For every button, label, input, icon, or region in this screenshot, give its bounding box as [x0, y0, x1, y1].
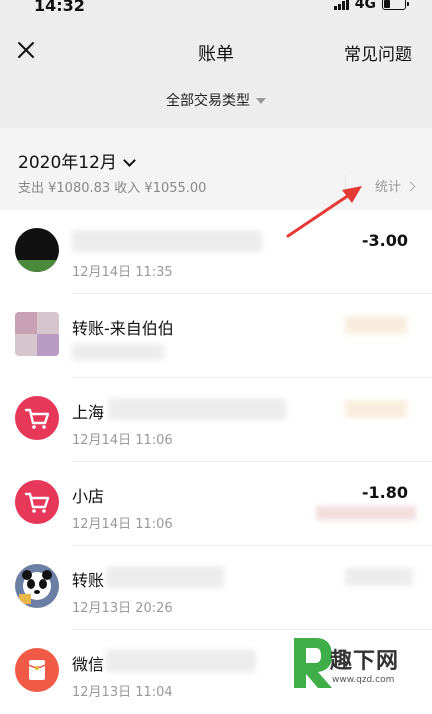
panda-glyph — [19, 570, 52, 604]
status-time: 14:32 — [34, 0, 85, 15]
transaction-date: 12月14日 11:06 — [72, 433, 173, 448]
table-row[interactable]: 12月14日 11:35 -3.00 — [0, 210, 432, 294]
month-totals: 支出 ¥1080.83 收入 ¥1055.00 — [18, 181, 207, 196]
faq-button[interactable]: 常见问题 — [344, 40, 412, 65]
filter-label: 全部交易类型 — [166, 93, 250, 109]
transaction-title: 小店 — [72, 487, 105, 506]
month-label: 2020年12月 — [18, 153, 117, 173]
transaction-title: 微信 — [72, 655, 105, 674]
table-row[interactable]: 小店 12月14日 11:06 -1.80 — [0, 462, 432, 546]
transaction-date: 12月13日 11:04 — [72, 685, 173, 700]
masked-title — [72, 230, 262, 252]
masked-amount — [345, 316, 407, 334]
shopping-cart-icon — [15, 480, 59, 524]
caret-down-icon — [256, 98, 266, 104]
battery-icon — [382, 0, 409, 10]
red-packet-icon — [15, 648, 59, 692]
transaction-date: 12月14日 11:06 — [72, 517, 173, 532]
transaction-title: 转账 — [72, 571, 105, 590]
masked-title — [108, 398, 286, 420]
transaction-date: 12月13日 20:26 — [72, 601, 173, 616]
red-packet-glyph — [28, 660, 46, 680]
masked-date — [72, 344, 164, 360]
table-row[interactable]: 转账-来自伯伯 — [0, 294, 432, 378]
shopping-cart-icon — [15, 396, 59, 440]
table-row[interactable]: 转账 12月13日 20:26 — [0, 546, 432, 630]
cart-glyph — [24, 492, 50, 513]
masked-amount — [345, 400, 407, 418]
transaction-amount: -3.00 — [361, 231, 408, 250]
chevron-right-icon — [405, 181, 416, 192]
status-bar: 14:32 4G — [0, 0, 432, 15]
avatar-icon — [15, 312, 59, 356]
masked-amount — [316, 506, 416, 520]
table-row[interactable]: 上海 12月14日 11:06 — [0, 378, 432, 462]
transaction-title: 转账-来自伯伯 — [72, 319, 174, 338]
transaction-amount: -1.80 — [361, 483, 408, 502]
nav-bar: 账单 常见问题 全部交易类型 — [0, 14, 432, 128]
month-summary: 2020年12月 支出 ¥1080.83 收入 ¥1055.00 统计 — [0, 128, 432, 210]
month-selector[interactable]: 2020年12月 — [18, 148, 136, 173]
divider — [345, 174, 346, 194]
transaction-title: 上海 — [72, 403, 105, 422]
stats-button[interactable]: 统计 — [374, 176, 416, 195]
chevron-down-icon — [123, 154, 136, 167]
signal-icon — [333, 0, 349, 10]
watermark-url: www.qzd.com — [332, 675, 395, 685]
masked-amount — [345, 568, 413, 586]
transaction-date: 12月14日 11:35 — [72, 265, 173, 280]
masked-title — [106, 650, 256, 672]
stats-label: 统计 — [374, 180, 401, 195]
status-right: 4G — [333, 0, 409, 12]
avatar-icon — [15, 228, 59, 272]
panda-avatar-icon — [15, 564, 59, 608]
transaction-type-filter[interactable]: 全部交易类型 — [0, 90, 432, 110]
cart-glyph — [24, 408, 50, 429]
masked-title — [106, 566, 224, 588]
network-label: 4G — [354, 0, 376, 12]
watermark-text: 趣下网 — [330, 649, 400, 674]
